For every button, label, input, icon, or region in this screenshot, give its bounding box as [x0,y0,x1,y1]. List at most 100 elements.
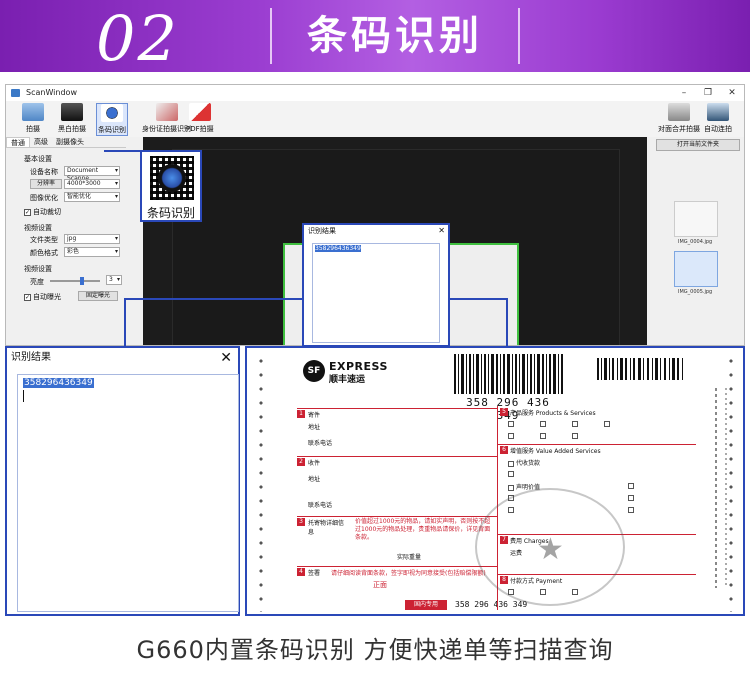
thumbnail-panel: 打开当前文件夹 IMG_0004.jpg IMG_0005.jpg [656,137,744,345]
sender-label: 寄件 [308,412,321,419]
window-titlebar: ScanWindow – ❐ ✕ [6,85,744,101]
fix-exposure-button[interactable]: 固定曝光 [78,291,118,301]
checkbox-row [508,420,612,427]
id-card-button[interactable]: 身份证拍摄识别 [142,103,191,134]
barcode-icon-callout: 条码识别 [140,150,202,222]
dialog-header: 识别结果 ✕ [11,348,232,368]
pdf-icon [188,103,211,121]
slider-thumb[interactable] [80,277,84,285]
caption: G660内置条码识别 方便快递单等扫描查询 [136,636,614,664]
sender-section [297,408,497,409]
close-icon[interactable]: ✕ [438,225,445,237]
tab-advanced[interactable]: 高级 [30,137,52,147]
video-settings-label-2: 视频设置 [24,265,52,273]
auto-capture-button[interactable]: 自动连拍 [704,103,732,134]
sf-logo: SF [303,360,325,382]
address-label: 地址 [308,424,321,431]
result-dialog-small: 识别结果 ✕ 358296436349 [302,223,450,347]
video-settings-label: 视频设置 [24,224,52,232]
recipient-label: 收件 [308,460,321,467]
merge-icon [668,103,690,121]
callout-label: 条码识别 [146,206,195,220]
brightness-slider[interactable] [50,277,100,285]
filetype-label: 文件类型 [30,236,58,244]
dialog-header: 识别结果 ✕ [308,225,445,237]
checkbox-checked-icon: ✓ [24,208,31,216]
thumbnail-image[interactable] [674,201,718,237]
section-num: 5 [500,408,508,416]
auto-capture-icon [707,103,729,121]
maximize-button[interactable]: ❐ [696,85,720,101]
minimize-button[interactable]: – [672,85,696,101]
contact-label: 联系电话 [308,440,333,447]
checkbox-checked-icon: ✓ [24,293,31,301]
text-caret [23,390,24,402]
brightness-value[interactable]: 3 [106,275,122,285]
autocrop-checkbox[interactable]: ✓ 自动裁切 [24,207,61,217]
close-icon[interactable]: ✕ [220,348,232,368]
open-folder-button[interactable]: 打开当前文件夹 [656,139,740,151]
colormode-label: 颜色格式 [30,249,58,257]
section-num: 2 [297,458,305,466]
connector-line [506,298,508,346]
camera-icon [22,103,44,121]
merge-capture-button[interactable]: 对面合并拍摄 [658,103,700,134]
section-num: 4 [297,568,305,576]
result-text: 358296436349 [23,378,94,388]
barcode-button[interactable]: 条码识别 [96,103,128,136]
domestic-badge: 国内专用 [405,600,447,610]
value-added-label: 增值服务 Value Added Services [510,448,601,455]
sign-label: 签署 [308,570,321,577]
result-textarea[interactable]: 358296436349 [17,374,239,612]
small-barcode [597,358,683,380]
barcode-icon [150,156,194,200]
filetype-select[interactable]: jpg [64,234,120,244]
app-icon [11,89,20,97]
section-num: 1 [297,410,305,418]
callout-connector [104,150,140,152]
section-num: 6 [500,446,508,454]
tab-normal[interactable]: 普通 [6,137,30,147]
image-opt-select[interactable]: 智能优化 [64,192,120,202]
value-notice: 价值超过1000元的物品，请如实声明，否则按不超过1000元的物品处理，贵重物品… [355,518,491,541]
result-dialog-zoom: 识别结果 ✕ 358296436349 [5,346,240,616]
capture-button[interactable]: 拍摄 [22,103,44,134]
checkbox-row [628,482,636,489]
tab-secondary-camera[interactable]: 副摄像头 [52,137,88,147]
result-textarea[interactable]: 358296436349 [312,243,440,343]
section-title: 条码识别 [307,13,483,59]
id-card-icon [155,103,178,121]
autoexposure-checkbox[interactable]: ✓ 自动曝光 [24,292,61,302]
tractor-holes-left [257,354,265,612]
toolbar: 拍摄 黑白拍摄 条码识别 身份证拍摄识别 PDF拍摄 对面合并拍摄 自动连拍 [6,101,744,137]
settings-tabs: 普通 高级 副摄像头 [6,137,126,148]
close-button[interactable]: ✕ [720,85,744,101]
waybill-zoom: SF EXPRESS 顺丰速运 358 296 436 349 1 寄件 地址 … [245,346,745,616]
thumbnail-label: IMG_0005.jpg [678,289,713,295]
contact-label: 联系电话 [308,502,333,509]
section-title-box: 条码识别 [270,8,520,64]
sign-notice: 请仔细阅读背面条款，签字即视为同意接受(包括赔偿限额) [331,570,486,577]
brightness-label: 亮度 [30,278,44,286]
contents-label: 托寄物详细信息 [308,520,345,536]
basic-settings-label: 基本设置 [24,155,52,163]
connector-line [448,298,508,300]
watermark-stamp: ★ [475,488,625,606]
collect-label: 代收货款 [508,458,540,467]
divider [498,444,696,445]
result-text: 358296436349 [315,245,361,252]
resolution-select[interactable]: 4000*3000 [64,179,120,189]
thumbnail-image[interactable] [674,251,718,287]
star-icon: ★ [537,532,564,567]
bw-capture-button[interactable]: 黑白拍摄 [58,103,86,134]
brand-cn: 顺丰速运 [329,375,366,385]
device-label: 设备名称 [30,168,58,176]
checkbox-row [508,470,516,477]
vertical-info-strip [707,388,739,598]
device-select[interactable]: Document Scanne [64,166,120,182]
resolution-button[interactable]: 分辨率 [30,179,62,189]
banner: 02 条码识别 [0,0,750,75]
pdf-capture-button[interactable]: PDF拍摄 [186,103,214,134]
checkbox-row [508,432,580,439]
colormode-select[interactable]: 彩色 [64,247,120,257]
